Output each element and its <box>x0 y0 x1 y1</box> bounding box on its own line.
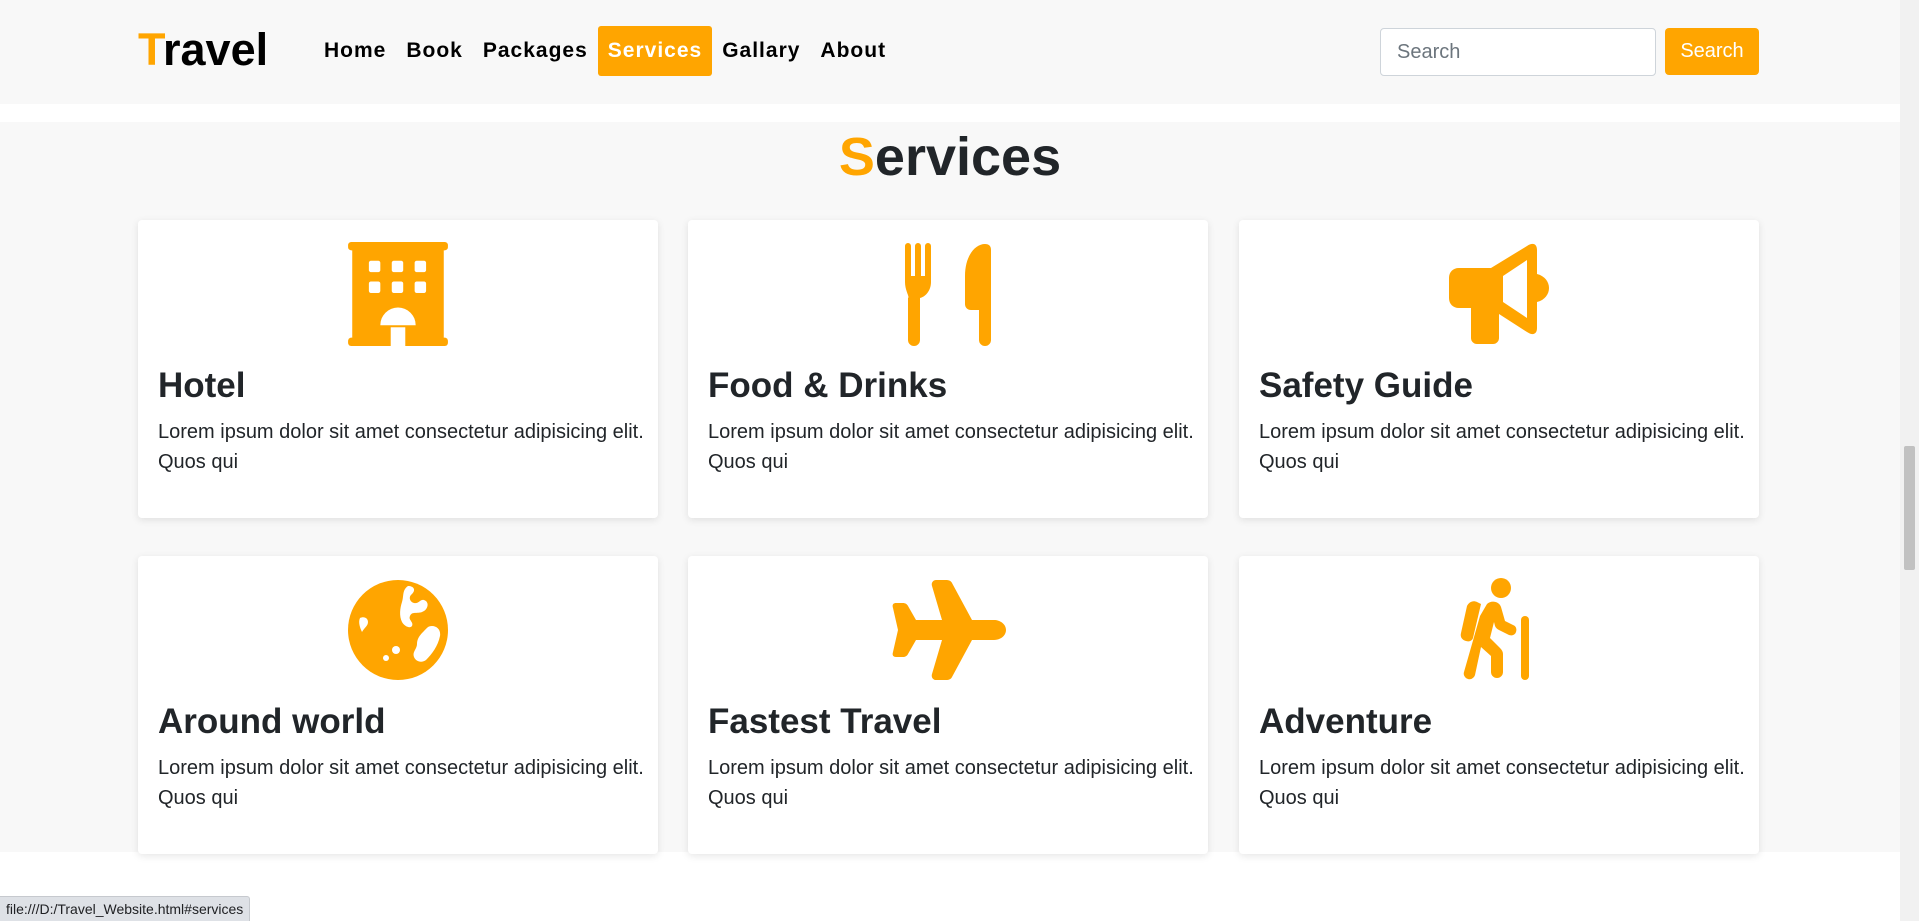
nav-about[interactable]: About <box>810 26 896 76</box>
brand-logo[interactable]: Travel <box>138 24 268 76</box>
nav-links: Home Book Packages Services Gallary Abou… <box>314 26 896 76</box>
card-text: Lorem ipsum dolor sit amet consectetur a… <box>1259 757 1745 809</box>
card-title: Around world <box>158 702 386 741</box>
card-text: Lorem ipsum dolor sit amet consectetur a… <box>158 421 644 473</box>
nav-services[interactable]: Services <box>597 26 713 76</box>
nav-home[interactable]: Home <box>314 26 396 76</box>
scrollbar-thumb[interactable] <box>1904 446 1915 570</box>
status-bar-url: file:///D:/Travel_Website.html#services <box>0 896 251 921</box>
search-input[interactable] <box>1380 28 1656 76</box>
logo-first-letter: T <box>138 24 164 75</box>
card-text: Lorem ipsum dolor sit amet consectetur a… <box>708 421 1194 473</box>
nav-book[interactable]: Book <box>396 26 473 76</box>
title-first-letter: S <box>838 127 875 187</box>
logo-rest: ravel <box>163 24 269 75</box>
card-text: Lorem ipsum dolor sit amet consectetur a… <box>708 757 1194 809</box>
service-card-adventure: Adventure Lorem ipsum dolor sit amet con… <box>1239 556 1759 854</box>
service-card-fastest-travel: Fastest Travel Lorem ipsum dolor sit ame… <box>688 556 1208 854</box>
hiking-icon <box>1439 578 1559 682</box>
utensils-icon <box>888 242 1008 346</box>
nav-gallary[interactable]: Gallary <box>712 26 810 76</box>
nav-packages[interactable]: Packages <box>473 26 598 76</box>
card-text: Lorem ipsum dolor sit amet consectetur a… <box>158 757 644 809</box>
service-card-around-world: Around world Lorem ipsum dolor sit amet … <box>138 556 658 854</box>
search-button[interactable]: Search <box>1665 28 1759 75</box>
card-title: Safety Guide <box>1259 366 1473 405</box>
service-card-hotel: Hotel Lorem ipsum dolor sit amet consect… <box>138 220 658 518</box>
globe-icon <box>338 578 458 682</box>
service-card-safety-guide: Safety Guide Lorem ipsum dolor sit amet … <box>1239 220 1759 518</box>
card-title: Fastest Travel <box>708 702 942 741</box>
navbar: Travel Home Book Packages Services Galla… <box>0 0 1900 104</box>
card-title: Hotel <box>158 366 246 405</box>
card-text: Lorem ipsum dolor sit amet consectetur a… <box>1259 421 1745 473</box>
section-title: Services <box>0 126 1900 188</box>
service-card-food-drinks: Food & Drinks Lorem ipsum dolor sit amet… <box>688 220 1208 518</box>
hotel-icon <box>338 242 458 346</box>
plane-icon <box>888 578 1008 682</box>
card-title: Food & Drinks <box>708 366 948 405</box>
page-scrollbar[interactable] <box>1900 0 1919 921</box>
bullhorn-icon <box>1439 242 1559 346</box>
title-rest: ervices <box>874 127 1062 187</box>
card-title: Adventure <box>1259 702 1433 741</box>
